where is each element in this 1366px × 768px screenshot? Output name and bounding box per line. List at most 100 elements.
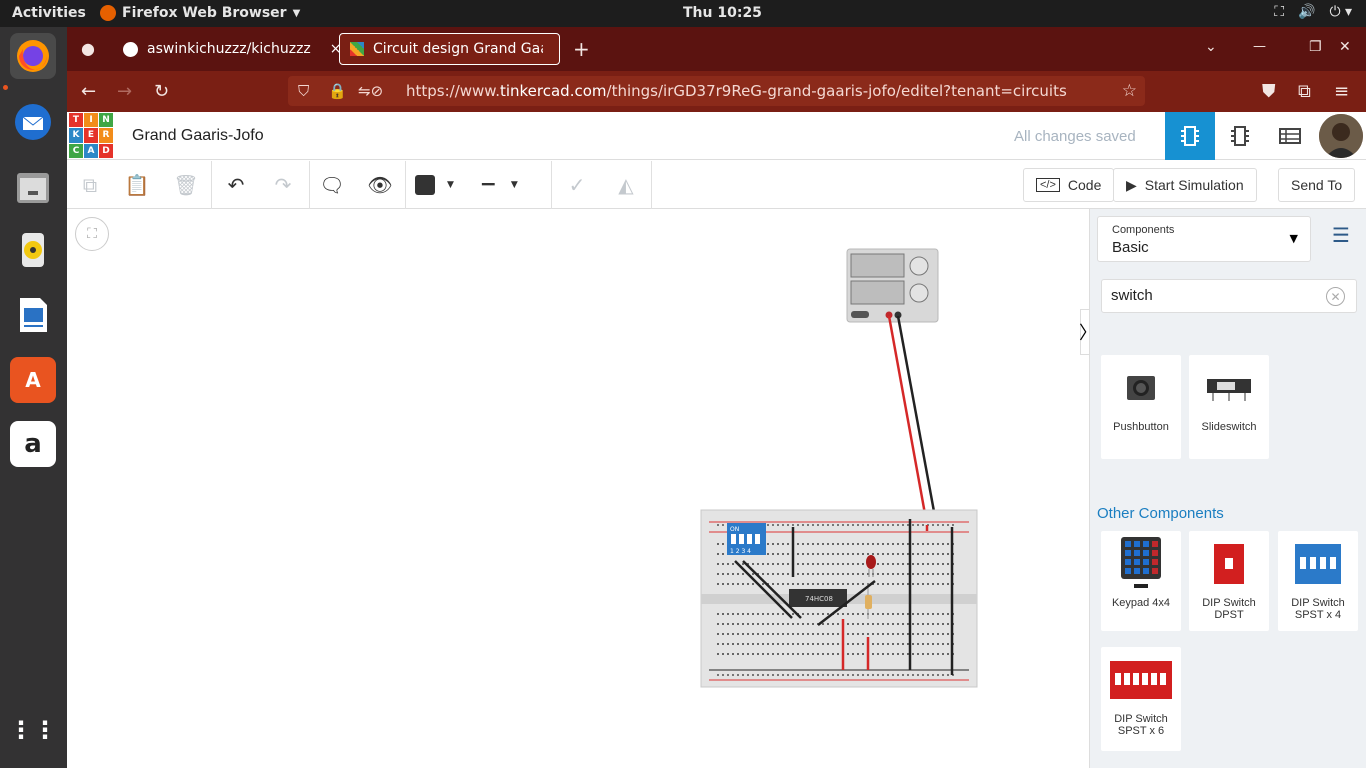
dock: A a ⋮⋮ <box>0 27 67 768</box>
power-icon[interactable]: ⏻ ▾ <box>1329 4 1352 20</box>
flip-icon[interactable]: ◭ <box>609 169 643 201</box>
circuit-canvas[interactable]: ON 1 2 3 4 74HC08 <box>67 209 1089 768</box>
avatar[interactable] <box>1319 114 1363 158</box>
thunderbird-icon[interactable] <box>10 99 56 145</box>
workplane[interactable]: ⛶ ON 1 2 3 4 74HC08 <box>67 209 1089 768</box>
volume-icon[interactable]: 🔊 <box>1298 4 1315 20</box>
component-label: Keypad 4x4 <box>1111 597 1171 609</box>
shield-icon[interactable]: ⛉ <box>298 82 320 100</box>
components-panel: Components Basic ▼ ☰ switch ✕ Pushbutton… <box>1089 209 1366 768</box>
keypad-icon <box>1101 531 1181 597</box>
component-label: DIP Switch SPST x 4 <box>1291 597 1345 621</box>
send-to-label: Send To <box>1291 177 1343 193</box>
tab-tinkercad[interactable]: Circuit design Grand Gaar <box>339 33 560 65</box>
tab-bar: ● aswinkichuzzz/kichuzzz × Circuit desig… <box>67 27 1366 71</box>
dip-spst4-icon <box>1278 531 1358 597</box>
schematic-view-button[interactable] <box>1215 112 1265 160</box>
writer-icon[interactable] <box>10 292 56 338</box>
lock-icon[interactable]: 🔒 <box>328 82 348 100</box>
software-icon[interactable]: A <box>10 357 56 403</box>
power-supply[interactable] <box>846 248 939 323</box>
tab-label: Circuit design Grand Gaar <box>373 41 543 57</box>
pocket-icon[interactable]: ⛊ <box>1262 81 1276 102</box>
forward-icon[interactable]: → <box>117 81 132 102</box>
rhythmbox-icon[interactable] <box>10 227 56 273</box>
menu-icon[interactable]: ≡ <box>1334 81 1349 102</box>
url-host: tinkercad.com <box>499 82 607 100</box>
paste-icon[interactable]: 📋 <box>120 169 154 201</box>
firefox-icon <box>100 5 116 21</box>
back-icon[interactable]: ← <box>81 81 96 102</box>
logo-letter: D <box>99 143 113 158</box>
circuit-view-button[interactable] <box>1165 112 1215 160</box>
project-title[interactable]: Grand Gaaris-Jofo <box>132 127 264 145</box>
firefox-icon[interactable] <box>10 33 56 79</box>
chevron-down-icon: ▼ <box>510 180 518 190</box>
github-icon <box>123 41 138 57</box>
power-wire-black[interactable] <box>896 315 937 518</box>
rotate-icon[interactable]: ✓ <box>560 169 594 201</box>
slideswitch-icon <box>1189 355 1269 421</box>
divider <box>551 161 552 209</box>
extensions-icon[interactable]: ⧉ <box>1298 81 1311 102</box>
code-icon: </> <box>1036 178 1060 192</box>
components-dropdown[interactable]: Components Basic ▼ <box>1097 216 1311 262</box>
notes-visibility-icon[interactable]: 👁 <box>363 169 397 201</box>
logo-letter: I <box>84 113 98 128</box>
search-input[interactable]: switch <box>1101 279 1357 313</box>
show-apps-icon[interactable]: ⋮⋮ <box>9 707 57 753</box>
component-card-slideswitch[interactable]: Slideswitch <box>1189 355 1269 459</box>
clock[interactable]: Thu 10:25 <box>683 5 762 21</box>
play-icon: ▶ <box>1126 176 1137 193</box>
dip-switch[interactable]: ON 1 2 3 4 <box>727 523 766 555</box>
list-tabs-icon[interactable]: ⌄ <box>1205 39 1217 55</box>
divider <box>309 161 310 209</box>
notes-icon[interactable]: 🗨 <box>315 169 349 201</box>
tinkercad-logo[interactable]: T I N K E R C A D <box>69 113 113 158</box>
components-dropdown-label: Components <box>1112 224 1175 236</box>
power-wire-red[interactable] <box>887 315 929 526</box>
amazon-icon[interactable]: a <box>10 421 56 467</box>
files-icon[interactable] <box>10 164 56 210</box>
list-view-icon[interactable]: ☰ <box>1332 223 1350 247</box>
maximize-button[interactable]: ❐ <box>1309 39 1322 55</box>
logo-letter: R <box>99 128 113 143</box>
chip-74hc08[interactable]: 74HC08 <box>789 589 847 607</box>
component-card-dip-spst4[interactable]: DIP Switch SPST x 4 <box>1278 531 1358 631</box>
tab-github[interactable]: aswinkichuzzz/kichuzzz × <box>113 33 352 65</box>
url-bar[interactable]: ⛉ 🔒 ⇋⊘ https://www.tinkercad.com/things/… <box>288 76 1145 106</box>
component-card-dip-dpst[interactable]: DIP Switch DPST <box>1189 531 1269 631</box>
close-window-button[interactable]: ✕ <box>1339 39 1351 55</box>
wire-color-picker[interactable]: ▼ <box>415 169 473 201</box>
bookmark-star-icon[interactable]: ☆ <box>1122 81 1137 101</box>
delete-icon[interactable]: 🗑 <box>169 169 203 201</box>
send-to-button[interactable]: Send To <box>1278 168 1356 202</box>
system-tray[interactable]: ⛶ 🔊 ⏻ ▾ <box>1274 4 1352 20</box>
component-list-button[interactable] <box>1265 112 1315 160</box>
activities-button[interactable]: Activities <box>12 5 86 21</box>
url-prefix: https://www. <box>406 82 500 100</box>
app-menu[interactable]: Firefox Web Browser ▼ <box>100 5 300 21</box>
component-card-dip-spst6[interactable]: DIP Switch SPST x 6 <box>1101 647 1181 751</box>
save-status: All changes saved <box>1014 128 1136 145</box>
dip-dpst-icon <box>1189 531 1269 597</box>
component-card-keypad[interactable]: Keypad 4x4 <box>1101 531 1181 631</box>
clear-search-icon[interactable]: ✕ <box>1326 287 1345 306</box>
system-topbar: Activities Firefox Web Browser ▼ Thu 10:… <box>0 0 1366 27</box>
url-text: https://www.tinkercad.com/things/irGD37r… <box>406 82 1067 100</box>
redo-icon[interactable]: ↷ <box>266 169 300 201</box>
code-button[interactable]: </> Code <box>1023 168 1115 202</box>
new-tab-button[interactable]: + <box>573 37 590 61</box>
network-icon[interactable]: ⛶ <box>1274 4 1284 20</box>
undo-icon[interactable]: ↶ <box>219 169 253 201</box>
logo-letter: K <box>69 128 83 143</box>
copy-icon[interactable]: ⧉ <box>73 169 107 201</box>
permissions-icon[interactable]: ⇋⊘ <box>358 82 398 100</box>
wire-type-picker[interactable]: ━╸ ▼ <box>482 169 542 201</box>
minimize-button[interactable]: — <box>1253 39 1266 54</box>
reload-icon[interactable]: ↻ <box>154 81 169 102</box>
start-simulation-button[interactable]: ▶ Start Simulation <box>1113 168 1257 202</box>
firefox-view-icon[interactable]: ● <box>81 39 95 58</box>
component-card-pushbutton[interactable]: Pushbutton <box>1101 355 1181 459</box>
url-path: /things/irGD37r9ReG-grand-gaaris-jofo/ed… <box>606 82 1067 100</box>
